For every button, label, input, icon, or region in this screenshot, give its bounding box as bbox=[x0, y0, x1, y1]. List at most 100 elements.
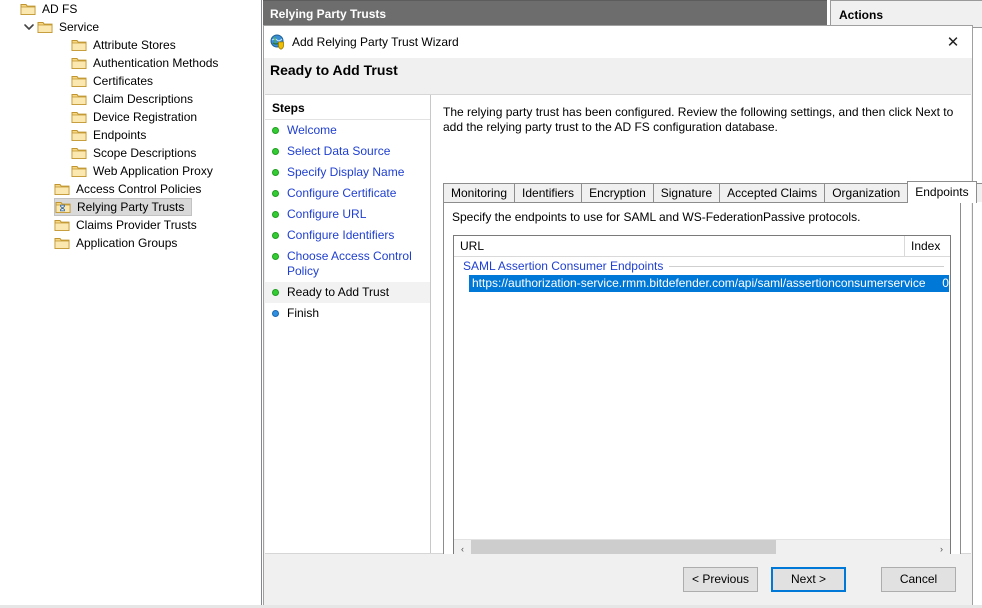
step-ready-to-add-trust[interactable]: Ready to Add Trust bbox=[265, 282, 430, 303]
group-divider bbox=[669, 266, 944, 267]
tree-item-content: Scope Descriptions bbox=[71, 144, 203, 162]
column-header-url[interactable]: URL bbox=[454, 236, 905, 256]
listview-group-header[interactable]: SAML Assertion Consumer Endpoints bbox=[454, 257, 950, 275]
endpoints-tab-panel: Specify the endpoints to use for SAML an… bbox=[443, 203, 961, 568]
globe-shield-icon bbox=[270, 34, 286, 50]
tree-item-content: Endpoints bbox=[71, 126, 153, 144]
folder-icon bbox=[71, 73, 87, 89]
tree-item-web-application-proxy[interactable]: Web Application Proxy bbox=[0, 162, 261, 180]
tree-item-label: Claims Provider Trusts bbox=[73, 216, 200, 234]
step-configure-url[interactable]: Configure URL bbox=[265, 204, 430, 225]
tree-indent-spacer bbox=[55, 145, 71, 161]
folder-icon bbox=[71, 91, 87, 107]
tree-item-content: Attribute Stores bbox=[71, 36, 183, 54]
tree-item-content: Web Application Proxy bbox=[71, 162, 220, 180]
tree-item-access-control-policies[interactable]: Access Control Policies bbox=[0, 180, 261, 198]
folder-trust-icon bbox=[55, 199, 71, 215]
wizard-title: Add Relying Party Trust Wizard bbox=[292, 35, 459, 49]
step-select-data-source[interactable]: Select Data Source bbox=[265, 141, 430, 162]
tree-item-content: Device Registration bbox=[71, 108, 204, 126]
cancel-button[interactable]: Cancel bbox=[881, 567, 956, 592]
tab-signature[interactable]: Signature bbox=[653, 183, 720, 202]
tree-item-scope-descriptions[interactable]: Scope Descriptions bbox=[0, 144, 261, 162]
tab-container: MonitoringIdentifiersEncryptionSignature… bbox=[443, 181, 961, 568]
tab-strip[interactable]: MonitoringIdentifiersEncryptionSignature… bbox=[443, 181, 961, 203]
endpoints-listview[interactable]: URL Index SAML Assertion Consumer Endpoi… bbox=[453, 235, 951, 558]
content-column: The relying party trust has been configu… bbox=[432, 95, 971, 553]
listview-body[interactable]: SAML Assertion Consumer Endpoints https:/… bbox=[454, 257, 950, 292]
tab-accepted-claims[interactable]: Accepted Claims bbox=[719, 183, 825, 202]
listview-header[interactable]: URL Index bbox=[454, 236, 950, 257]
tree-item-claim-descriptions[interactable]: Claim Descriptions bbox=[0, 90, 261, 108]
column-header-index[interactable]: Index bbox=[905, 236, 950, 256]
step-status-dot-icon bbox=[272, 148, 279, 155]
tree-item-device-registration[interactable]: Device Registration bbox=[0, 108, 261, 126]
tree-item-ad-fs[interactable]: AD FS bbox=[0, 0, 261, 18]
tree-item-label: Relying Party Trusts bbox=[74, 198, 187, 216]
previous-button[interactable]: < Previous bbox=[683, 567, 758, 592]
step-status-dot-icon bbox=[272, 211, 279, 218]
listview-group-title: SAML Assertion Consumer Endpoints bbox=[463, 259, 663, 273]
tree-item-label: Claim Descriptions bbox=[90, 90, 196, 108]
tab-endpoints[interactable]: Endpoints bbox=[907, 181, 976, 203]
tree-item-authentication-methods[interactable]: Authentication Methods bbox=[0, 54, 261, 72]
step-specify-display-name[interactable]: Specify Display Name bbox=[265, 162, 430, 183]
step-configure-certificate[interactable]: Configure Certificate bbox=[265, 183, 430, 204]
tree-indent-spacer bbox=[4, 1, 20, 17]
navigation-tree[interactable]: AD FSServiceAttribute StoresAuthenticati… bbox=[0, 0, 262, 608]
folder-icon bbox=[54, 217, 70, 233]
wizard-footer: < Previous Next > Cancel bbox=[265, 554, 971, 606]
table-row[interactable]: https://authorization-service.rmm.bitdef… bbox=[469, 275, 949, 292]
step-label: Ready to Add Trust bbox=[287, 285, 389, 299]
tab-encryption[interactable]: Encryption bbox=[581, 183, 654, 202]
page-title: Ready to Add Trust bbox=[270, 62, 398, 78]
tree-item-endpoints[interactable]: Endpoints bbox=[0, 126, 261, 144]
folder-icon bbox=[37, 19, 53, 35]
step-status-dot-icon bbox=[272, 190, 279, 197]
intro-text: The relying party trust has been configu… bbox=[443, 105, 955, 135]
folder-icon bbox=[54, 235, 70, 251]
tree-item-content: Authentication Methods bbox=[71, 54, 225, 72]
step-configure-identifiers[interactable]: Configure Identifiers bbox=[265, 225, 430, 246]
tab-identifiers[interactable]: Identifiers bbox=[514, 183, 582, 202]
tree-item-label: Device Registration bbox=[90, 108, 200, 126]
tree-item-certificates[interactable]: Certificates bbox=[0, 72, 261, 90]
folder-icon bbox=[71, 55, 87, 71]
steps-header: Steps bbox=[265, 95, 430, 120]
step-label: Welcome bbox=[287, 123, 337, 137]
tree-indent-spacer bbox=[38, 199, 54, 215]
steps-list[interactable]: Welcome Select Data Source Specify Display… bbox=[265, 120, 430, 324]
tree-item-label: Service bbox=[56, 18, 102, 36]
next-button[interactable]: Next > bbox=[771, 567, 846, 592]
step-choose-access-control-policy[interactable]: Choose Access Control Policy bbox=[265, 246, 430, 282]
chevron-down-icon[interactable] bbox=[21, 19, 37, 35]
tree-item-content: Access Control Policies bbox=[54, 180, 208, 198]
tree-item-relying-party-trusts[interactable]: Relying Party Trusts bbox=[0, 198, 261, 216]
add-relying-party-trust-wizard: Add Relying Party Trust Wizard ✕ Ready t… bbox=[263, 25, 973, 608]
tree-item-claims-provider-trusts[interactable]: Claims Provider Trusts bbox=[0, 216, 261, 234]
close-icon[interactable]: ✕ bbox=[938, 28, 968, 56]
wizard-titlebar: Add Relying Party Trust Wizard ✕ bbox=[264, 26, 972, 58]
panel-description: Specify the endpoints to use for SAML an… bbox=[452, 210, 860, 224]
folder-icon bbox=[71, 127, 87, 143]
tree-item-service[interactable]: Service bbox=[0, 18, 261, 36]
tree-item-label: AD FS bbox=[39, 0, 80, 18]
tree-indent-spacer bbox=[55, 163, 71, 179]
tab-monitoring[interactable]: Monitoring bbox=[443, 183, 515, 202]
tree-item-attribute-stores[interactable]: Attribute Stores bbox=[0, 36, 261, 54]
tree-indent-spacer bbox=[38, 217, 54, 233]
tree-item-content: Claim Descriptions bbox=[71, 90, 200, 108]
tree-item-content: Claims Provider Trusts bbox=[54, 216, 204, 234]
step-finish[interactable]: Finish bbox=[265, 303, 430, 324]
step-status-dot-icon bbox=[272, 310, 279, 317]
step-status-dot-icon bbox=[272, 232, 279, 239]
step-label: Configure Identifiers bbox=[287, 228, 394, 242]
step-status-dot-icon bbox=[272, 169, 279, 176]
tree-item-label: Authentication Methods bbox=[90, 54, 221, 72]
step-status-dot-icon bbox=[272, 127, 279, 134]
step-welcome[interactable]: Welcome bbox=[265, 120, 430, 141]
tree-indent-spacer bbox=[55, 73, 71, 89]
step-label: Specify Display Name bbox=[287, 165, 404, 179]
tree-item-application-groups[interactable]: Application Groups bbox=[0, 234, 261, 252]
tab-organization[interactable]: Organization bbox=[824, 183, 908, 202]
